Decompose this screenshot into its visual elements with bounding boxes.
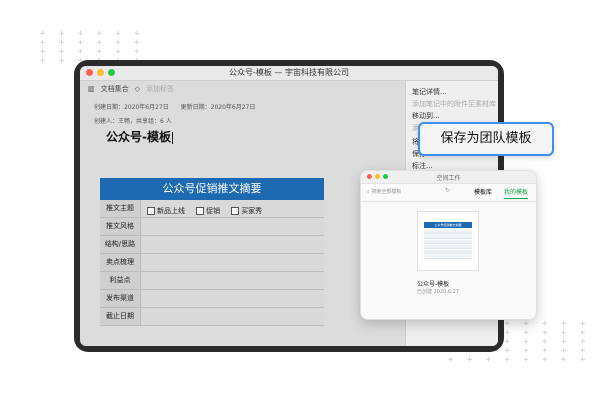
table-row: 发布渠道	[100, 290, 324, 308]
row-label: 发布渠道	[100, 290, 141, 307]
row-label: 截止日期	[100, 308, 141, 325]
panel-titlebar: 空间工作	[361, 171, 536, 184]
template-thumbnail[interactable]: 公众号促销推文摘要	[417, 211, 479, 271]
row-value[interactable]	[141, 272, 324, 289]
template-panel: 空间工作 ⌕ 搜索全部模板 ↻ 模板库 我的模板 公众号促销推文摘要 公众号-模…	[360, 170, 537, 320]
menu-item-add-attachments[interactable]: 添加笔记中的附件至素材库	[412, 99, 496, 109]
note-meta: 创建日期：2020年6月27日 更新日期：2020年6月27日	[94, 102, 265, 111]
row-value[interactable]	[141, 218, 324, 235]
template-card-title[interactable]: 公众号-模板	[417, 279, 449, 288]
add-tag-label[interactable]: 添加标签	[146, 84, 174, 94]
panel-title: 空间工作	[436, 175, 461, 182]
table-row: 卖点梳理	[100, 254, 324, 272]
row-value[interactable]	[141, 254, 324, 271]
notebook-icon: ▥	[88, 85, 95, 93]
table-row: 结构/思路	[100, 236, 324, 254]
panel-divider	[361, 201, 536, 202]
row-value[interactable]	[141, 290, 324, 307]
thumbnail-title: 公众号促销推文摘要	[424, 222, 472, 228]
updated-date: 更新日期：2020年6月27日	[180, 104, 256, 111]
menu-item-note-details[interactable]: 笔记详情...	[412, 87, 447, 97]
window-title: 公众号-模板 — 宇宙科技有限公司	[229, 68, 349, 77]
row-label: 推文主题	[100, 200, 141, 217]
document-title-text: 公众号-模板	[106, 130, 171, 144]
row-label: 结构/思路	[100, 236, 141, 253]
menu-item-move-to[interactable]: 移动到...	[412, 111, 440, 121]
template-card-date: 已创建 2020.6.27	[417, 289, 460, 295]
row-label: 利益点	[100, 272, 141, 289]
row-value[interactable]	[141, 308, 324, 325]
tab-template-library[interactable]: 模板库	[474, 187, 492, 199]
option-label: 买家秀	[241, 207, 263, 215]
refresh-icon[interactable]: ↻	[445, 187, 450, 194]
table-title: 公众号促销推文摘要	[100, 178, 324, 200]
option-label: 促销	[206, 207, 221, 215]
row-label: 推文风格	[100, 218, 141, 235]
tag-icon[interactable]: ◇	[135, 85, 140, 93]
table-row: 利益点	[100, 272, 324, 290]
owner-info: 创建人：王畅，共享组：6 人	[94, 118, 172, 125]
collection-label[interactable]: 文档集合	[101, 84, 129, 94]
checkbox-promotion[interactable]: 促销	[196, 206, 220, 216]
created-date: 创建日期：2020年6月27日	[94, 104, 169, 111]
search-placeholder: 搜索全部模板	[371, 189, 402, 195]
row-value: 新品上线 促销 买家秀	[141, 200, 324, 217]
row-label: 卖点梳理	[100, 254, 141, 271]
checkbox-buyer-show[interactable]: 买家秀	[231, 206, 262, 216]
table-row: 推文主题 新品上线 促销 买家秀	[100, 200, 324, 218]
option-label: 新品上线	[157, 207, 185, 215]
document-title[interactable]: 公众号-模板	[106, 128, 173, 145]
window-titlebar: 公众号-模板 — 宇宙科技有限公司	[80, 66, 498, 81]
save-as-team-template-button[interactable]: 保存为团队模板	[418, 122, 554, 156]
text-caret	[171, 131, 173, 144]
checkbox-new-product[interactable]: 新品上线	[147, 206, 185, 216]
template-search-input[interactable]: ⌕ 搜索全部模板	[367, 187, 447, 197]
panel-tabs: 模板库 我的模板	[474, 187, 528, 199]
row-value[interactable]	[141, 236, 324, 253]
table-row: 推文风格	[100, 218, 324, 236]
table-row: 截止日期	[100, 308, 324, 326]
tab-my-templates[interactable]: 我的模板	[503, 187, 528, 199]
